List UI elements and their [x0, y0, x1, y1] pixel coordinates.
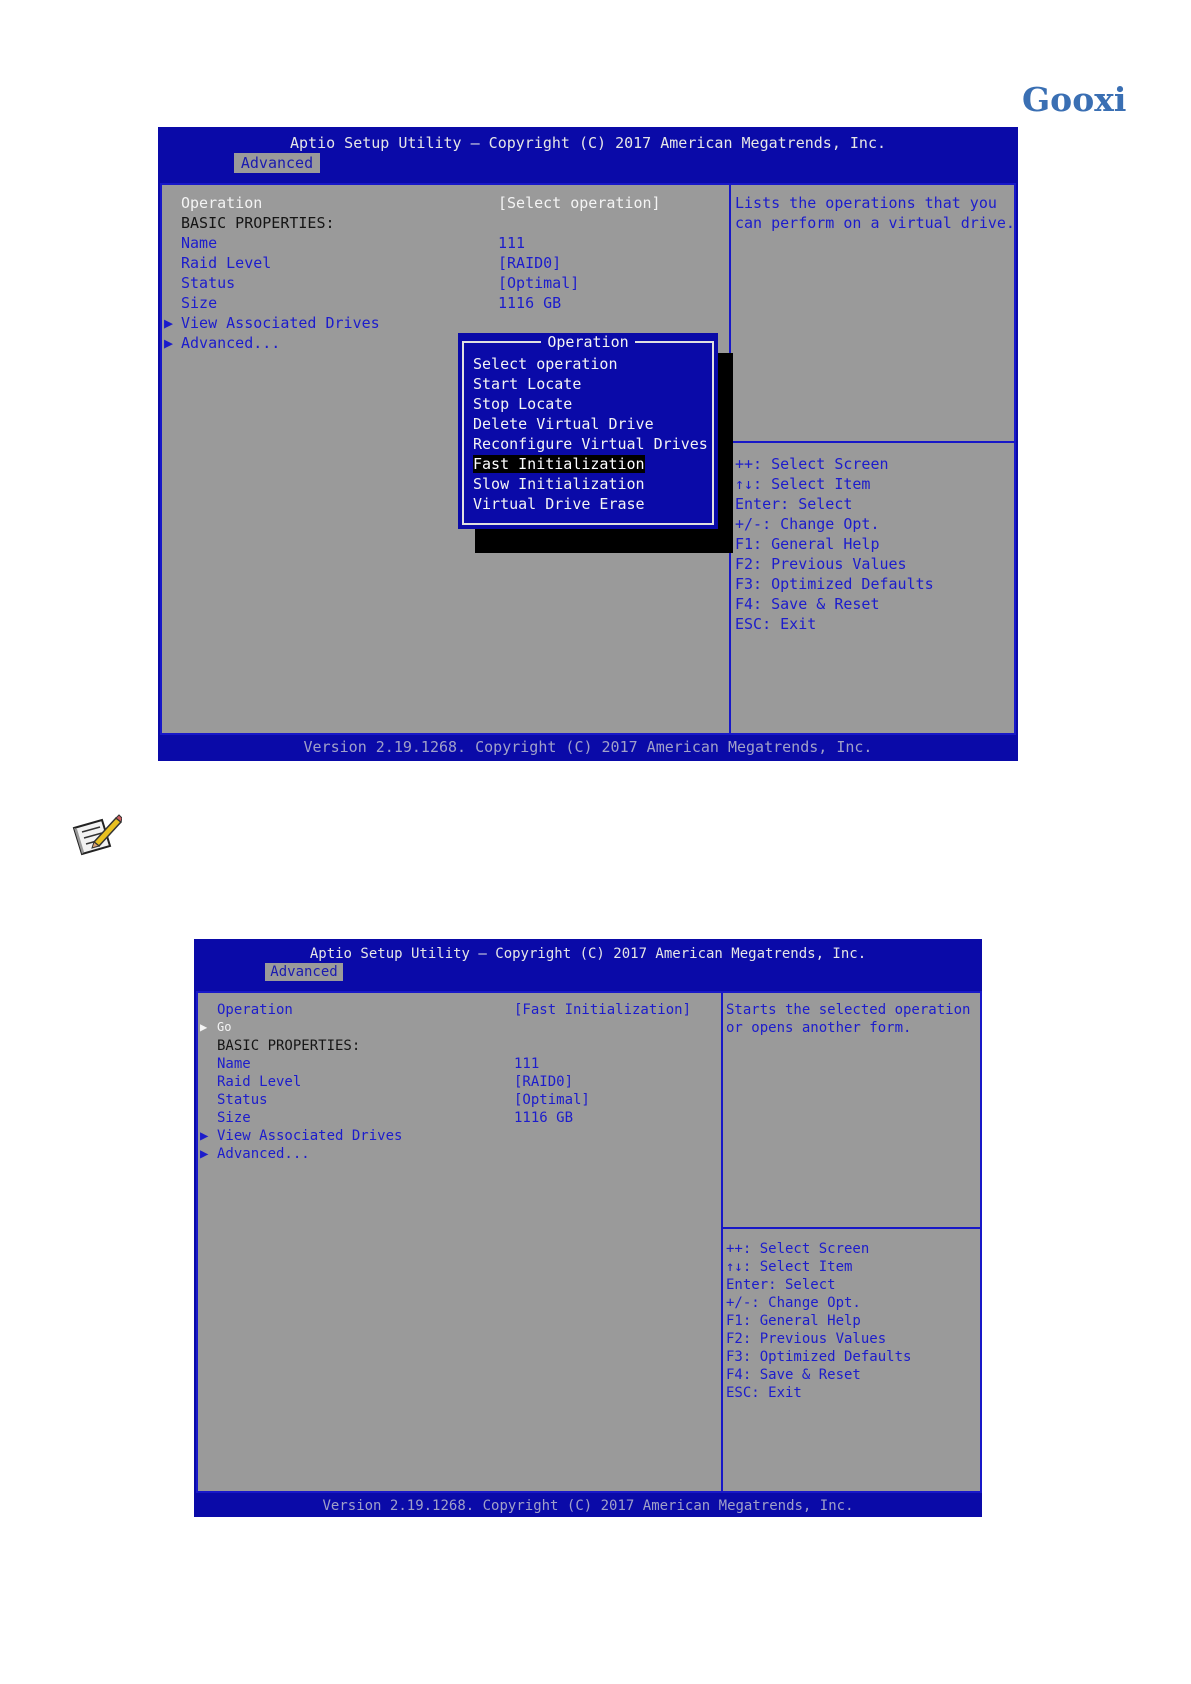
popup-option[interactable]: Select operation — [473, 355, 618, 373]
submenu-arrow-icon: ▶ — [200, 1128, 209, 1144]
key-hint: F1: General Help — [726, 1313, 861, 1329]
size-label: Size — [181, 294, 218, 312]
key-hint: ESC: Exit — [735, 615, 817, 633]
key-hint: +/-: Change Opt. — [735, 515, 880, 533]
note-pencil-icon — [72, 814, 122, 856]
raid-level-value: [RAID0] — [514, 1074, 574, 1090]
key-hint: +/-: Change Opt. — [726, 1295, 861, 1311]
bios-title: Aptio Setup Utility – Copyright (C) 2017… — [289, 134, 887, 152]
bios-footer: Version 2.19.1268. Copyright (C) 2017 Am… — [303, 738, 873, 756]
help-text-line: Lists the operations that you — [735, 194, 997, 212]
name-value: 111 — [498, 234, 526, 252]
operation-label[interactable]: Operation — [181, 194, 262, 212]
key-hint: ↑↓: Select Item — [726, 1259, 853, 1275]
raid-level-value: [RAID0] — [498, 254, 562, 272]
key-hint: ↑↓: Select Item — [735, 475, 871, 493]
popup-option[interactable]: Virtual Drive Erase — [473, 495, 645, 513]
bios-footer: Version 2.19.1268. Copyright (C) 2017 Am… — [322, 1498, 854, 1514]
bios-screen-go: Aptio Setup Utility – Copyright (C) 2017… — [194, 939, 982, 1517]
key-hint: F2: Previous Values — [726, 1331, 887, 1347]
operation-value[interactable]: [Select operation] — [498, 194, 661, 212]
popup-option[interactable]: Start Locate — [473, 375, 581, 393]
key-hint: ESC: Exit — [726, 1385, 802, 1401]
key-hint: ++: Select Screen — [735, 455, 889, 473]
popup-title: Operation — [458, 333, 718, 351]
status-label: Status — [181, 274, 236, 292]
gooxi-logo: Gooxi — [1022, 80, 1127, 119]
view-associated-drives-link[interactable]: View Associated Drives — [217, 1128, 402, 1144]
key-hint: ++: Select Screen — [726, 1241, 870, 1257]
popup-option[interactable]: Slow Initialization — [473, 475, 645, 493]
bios-screen-operation-menu: Aptio Setup Utility – Copyright (C) 2017… — [158, 127, 1018, 761]
tab-advanced[interactable]: Advanced — [265, 963, 343, 981]
help-divider — [731, 441, 1014, 443]
basic-properties-heading: BASIC PROPERTIES: — [181, 214, 335, 232]
panel-divider — [721, 991, 723, 1493]
key-hint: Enter: Select — [726, 1277, 836, 1293]
help-text-line: can perform on a virtual drive. — [735, 214, 1015, 232]
advanced-link[interactable]: Advanced... — [217, 1146, 310, 1162]
status-value: [Optimal] — [514, 1092, 590, 1108]
popup-option[interactable]: Reconfigure Virtual Drives — [473, 435, 708, 453]
bios-title: Aptio Setup Utility – Copyright (C) 2017… — [309, 946, 867, 962]
raid-level-label: Raid Level — [217, 1074, 302, 1090]
submenu-arrow-icon: ▶ — [200, 1020, 208, 1034]
status-label: Status — [217, 1092, 268, 1108]
tab-advanced[interactable]: Advanced — [234, 153, 320, 173]
popup-option[interactable]: Stop Locate — [473, 395, 572, 413]
size-label: Size — [217, 1110, 251, 1126]
size-value: 1116 GB — [498, 294, 562, 312]
help-text-line: or opens another form. — [726, 1020, 912, 1036]
operation-value[interactable]: [Fast Initialization] — [514, 1002, 691, 1018]
submenu-arrow-icon: ▶ — [164, 314, 174, 332]
status-value: [Optimal] — [498, 274, 580, 292]
key-hint: F4: Save & Reset — [726, 1367, 861, 1383]
key-hint: F4: Save & Reset — [735, 595, 880, 613]
submenu-arrow-icon: ▶ — [164, 334, 174, 352]
advanced-link[interactable]: Advanced... — [181, 334, 280, 352]
raid-level-label: Raid Level — [181, 254, 272, 272]
key-hint: F3: Optimized Defaults — [735, 575, 934, 593]
help-text-line: Starts the selected operation — [726, 1002, 971, 1018]
view-associated-drives-link[interactable]: View Associated Drives — [181, 314, 380, 332]
operation-popup: Operation Select operation Start Locate … — [458, 333, 718, 529]
key-hint: Enter: Select — [735, 495, 853, 513]
key-hint: F3: Optimized Defaults — [726, 1349, 912, 1365]
popup-option-selected[interactable]: Fast Initialization — [473, 455, 645, 473]
basic-properties-heading: BASIC PROPERTIES: — [217, 1038, 361, 1054]
name-value: 111 — [514, 1056, 540, 1072]
key-hint: F1: General Help — [735, 535, 880, 553]
name-label: Name — [181, 234, 218, 252]
help-divider — [723, 1227, 982, 1229]
popup-option[interactable]: Delete Virtual Drive — [473, 415, 654, 433]
key-hint: F2: Previous Values — [735, 555, 907, 573]
submenu-arrow-icon: ▶ — [200, 1146, 209, 1162]
operation-label[interactable]: Operation — [217, 1002, 293, 1018]
go-link[interactable]: Go — [217, 1020, 231, 1034]
name-label: Name — [217, 1056, 251, 1072]
size-value: 1116 GB — [514, 1110, 574, 1126]
